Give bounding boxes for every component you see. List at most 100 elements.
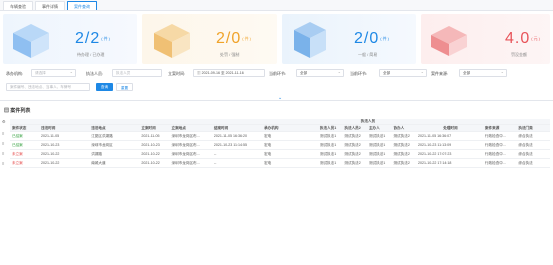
stat-card-general: 2/0(件) 一般 / 简易 (282, 14, 416, 64)
status-badge: 未立案 (10, 158, 39, 168)
table-cell: 2021-11-05 (139, 131, 170, 141)
box-icon (154, 24, 190, 58)
col-officer-1[interactable]: 执法人员1 (317, 124, 343, 132)
col-org[interactable]: 承办机构 (262, 124, 318, 132)
table-cell: 测试执法2 (342, 131, 367, 141)
case-list-title: ▤ 案件列表 (4, 108, 31, 114)
case-table: 执法人员 案件状态 违法时间 违法地点 立案时间 立案地点 结案时间 承办机构 … (10, 119, 550, 168)
table-row[interactable]: 已结案 2021-10-23 深圳市龙岗区 2021-10-23 深圳市龙岗区布… 202… (10, 140, 550, 150)
table-row[interactable]: 未立案 2021-10-22 洪湖路 2021-10-22 深圳市龙岗区布… -- 宏电 测试… (10, 149, 550, 159)
org-label: 承办机构: (6, 71, 24, 76)
stat-card-pending: 2/2(件) 待办理 / 已办理 (3, 14, 137, 64)
col-violation-time[interactable]: 违法时间 (39, 124, 90, 132)
table-row[interactable]: 已结案 2021-11-05 江夏区洪湖路 2021-11-05 深圳市龙岗区布… 202… (10, 131, 550, 141)
stat-caption-fine: 罚没金额 (511, 52, 527, 57)
col-category[interactable]: 执法门类 (516, 124, 550, 132)
tab-case-query[interactable]: 案件查询 (67, 1, 97, 10)
table-cell: 测试执法2 (391, 149, 416, 159)
col-source[interactable]: 案件来源 (482, 124, 517, 132)
table-header: 案件状态 违法时间 违法地点 立案时间 立案地点 结案时间 承办机构 执法人员1… (10, 124, 550, 132)
table-cell: 洪湖路 (89, 149, 140, 159)
table-cell: 行政检查中… (482, 149, 517, 159)
table-cell: 南城大道 (89, 158, 140, 168)
stat-value-pending: 2/2(件) (75, 30, 111, 47)
menu-icon[interactable]: ≡ (2, 141, 7, 146)
table-cell: 测试执法2 (391, 131, 416, 141)
table-cell: 深圳市龙岗区布… (169, 131, 212, 141)
table-cell: 行政检查中… (482, 131, 517, 141)
reset-button[interactable]: 重置 (116, 83, 133, 91)
officer-input[interactable]: 执法人员 (112, 69, 162, 77)
table-cell: 2021-11-05 16:36:07 (416, 131, 483, 141)
table-cell: 深圳市龙岗区 (89, 140, 140, 150)
table-cell: 测试执法2 (342, 140, 367, 150)
org-select[interactable]: 请选择 (31, 69, 76, 77)
table-cell: 测试执法1 (366, 149, 392, 159)
stat-value-general: 2/0(件) (354, 30, 390, 47)
table-cell: -- (211, 149, 263, 159)
table-cell: 江夏区洪湖路 (89, 131, 140, 141)
table-cell: 2021-10-23 11:14:55 (211, 140, 263, 150)
stat-value-penalty: 2/0(件) (216, 30, 252, 47)
col-violation-place[interactable]: 违法地点 (89, 124, 140, 132)
table-cell: 测试执法1 (317, 149, 343, 159)
stat-caption-general: 一般 / 简易 (358, 52, 378, 57)
time-label: 立案时间: (168, 71, 186, 76)
officer-label: 执法人员: (86, 71, 104, 76)
table-cell: 2021-11-05 (39, 131, 90, 141)
table-row[interactable]: 未立案 2021-10-22 南城大道 2021-10-22 深圳市龙岗区布… -- 宏电测… (10, 158, 550, 168)
menu-icon[interactable]: ≡ (2, 151, 7, 156)
collapse-bar: ⌄ (0, 95, 553, 101)
status-badge: 未立案 (10, 149, 39, 159)
table-cell: 2021-10-23 (139, 140, 170, 150)
col-host[interactable]: 主办人 (366, 124, 392, 132)
date-range-input[interactable]: ▦ 2021-09-16 至 2021-11-16 (193, 69, 265, 77)
table-cell: 宏电 (262, 158, 318, 168)
table-cell: 综合执法 (516, 140, 550, 150)
col-officer-2[interactable]: 执法人员2 (342, 124, 367, 132)
table-cell: 测试执法1 (366, 140, 392, 150)
table-cell: 2021-10-22 17:07:23 (416, 149, 483, 159)
source-select[interactable]: 全部 (459, 69, 507, 77)
table-cell: 测试执法1 (366, 131, 392, 141)
col-assist[interactable]: 协办人 (391, 124, 416, 132)
col-filing-place[interactable]: 立案地点 (169, 124, 212, 132)
table-cell: 2021-10-22 17:14:18 (416, 158, 483, 168)
col-status[interactable]: 案件状态 (10, 124, 39, 132)
tab-event-detail[interactable]: 事件详情 (35, 1, 65, 10)
status-badge: 已结案 (10, 131, 39, 141)
table-cell: 测试执法2 (342, 149, 367, 159)
search-button[interactable]: 查询 (96, 83, 113, 91)
status-badge: 已结案 (10, 140, 39, 150)
table-cell: 宏电 (262, 149, 318, 159)
menu-icon[interactable]: ≡ (2, 161, 7, 166)
approval-label: 当前环节: (350, 71, 368, 76)
table-cell: -- (211, 158, 263, 168)
settings-icon[interactable]: ⚙ (2, 119, 7, 124)
col-filing-time[interactable]: 立案时间 (139, 124, 170, 132)
stage-select[interactable]: 全部 (296, 69, 344, 77)
stat-card-fine: 4.0(元) 罚没金额 (421, 14, 550, 64)
tab-bar: 车辆查验 事件详情 案件查询 (0, 0, 553, 11)
table-cell: 测试执法1 (366, 158, 392, 168)
table-cell: 综合执法 (516, 149, 550, 159)
menu-icon[interactable]: ≡ (2, 131, 7, 136)
table-cell: 2021-10-23 11:13:09 (416, 140, 483, 150)
chevron-down-icon[interactable]: ⌄ (278, 95, 282, 101)
table-cell: 2021-11-05 16:36:20 (211, 131, 263, 141)
table-cell: 深圳市龙岗区布… (169, 158, 212, 168)
stage-label: 当前环节: (269, 71, 287, 76)
stat-caption-penalty: 处罚 / 强制 (220, 52, 240, 57)
stat-card-penalty: 2/0(件) 处罚 / 强制 (142, 14, 277, 64)
keyword-input[interactable]: 案件编号、违法地点、当事人、车牌号 (6, 83, 90, 91)
table-cell: 2021-10-22 (39, 149, 90, 159)
stat-caption-pending: 待办理 / 已办理 (77, 52, 105, 57)
tab-vehicle-inspection[interactable]: 车辆查验 (3, 1, 33, 10)
table-cell: 测试执法2 (342, 158, 367, 168)
table-cell: 测试执法2 (391, 140, 416, 150)
table-cell: 测试执法1 (317, 158, 343, 168)
table-cell: 综合执法 (516, 131, 550, 141)
col-process-time[interactable]: 处理时间 (416, 124, 483, 132)
col-close-time[interactable]: 结案时间 (211, 124, 263, 132)
approval-select[interactable]: 全部 (379, 69, 427, 77)
